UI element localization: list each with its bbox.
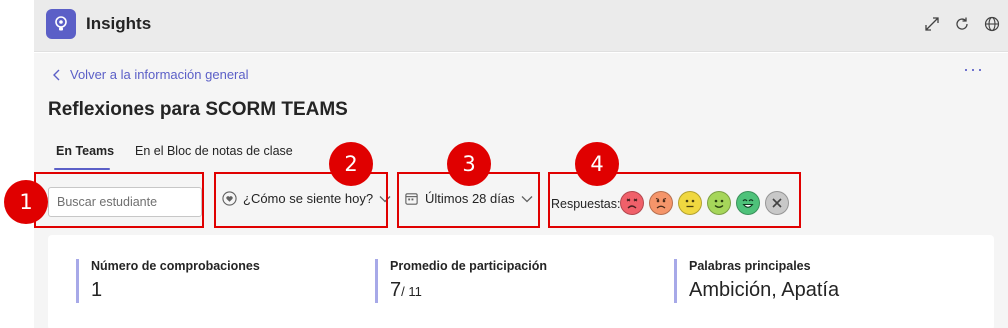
stat-checkins-value: 1: [91, 279, 103, 301]
left-margin: [0, 0, 34, 328]
tab-bloc-de-notas[interactable]: En el Bloc de notas de clase: [135, 144, 293, 158]
refresh-icon[interactable]: [952, 14, 972, 34]
stat-checkins: Número de comprobaciones 1: [76, 259, 260, 303]
globe-icon[interactable]: [982, 14, 1002, 34]
expand-icon[interactable]: [922, 14, 942, 34]
back-to-overview-link[interactable]: Volver a la información general: [52, 67, 249, 82]
callout-number-3: 3: [447, 142, 491, 186]
callout-number-2: 2: [329, 142, 373, 186]
stat-participation-value: 7: [390, 279, 402, 301]
stat-top-words: Palabras principales Ambición, Apatía: [674, 259, 839, 303]
app-header: Insights: [34, 0, 1008, 52]
stats-card: Número de comprobaciones 1 Promedio de p…: [48, 235, 994, 328]
back-link-label: Volver a la información general: [70, 67, 249, 82]
stat-participation: Promedio de participación 7/ 11: [375, 259, 547, 303]
stat-checkins-label: Número de comprobaciones: [91, 259, 260, 273]
chevron-left-icon: [53, 69, 60, 80]
active-tab-indicator: [54, 168, 110, 170]
stat-top-words-label: Palabras principales: [689, 259, 811, 273]
tab-en-teams[interactable]: En Teams: [56, 144, 114, 158]
app-title: Insights: [86, 14, 152, 33]
callout-number-4: 4: [575, 142, 619, 186]
insights-app: Insights Volver a la información general…: [0, 0, 1008, 328]
stat-participation-total: / 11: [401, 284, 422, 299]
stat-top-words-value: Ambición, Apatía: [689, 279, 840, 301]
more-options-icon[interactable]: ···: [963, 59, 984, 80]
stat-participation-label: Promedio de participación: [390, 259, 547, 273]
page-title: Reflexiones para SCORM TEAMS: [48, 99, 348, 120]
callout-box-1: [34, 172, 204, 228]
insights-app-icon: [46, 9, 76, 39]
callout-number-1: 1: [4, 180, 48, 224]
